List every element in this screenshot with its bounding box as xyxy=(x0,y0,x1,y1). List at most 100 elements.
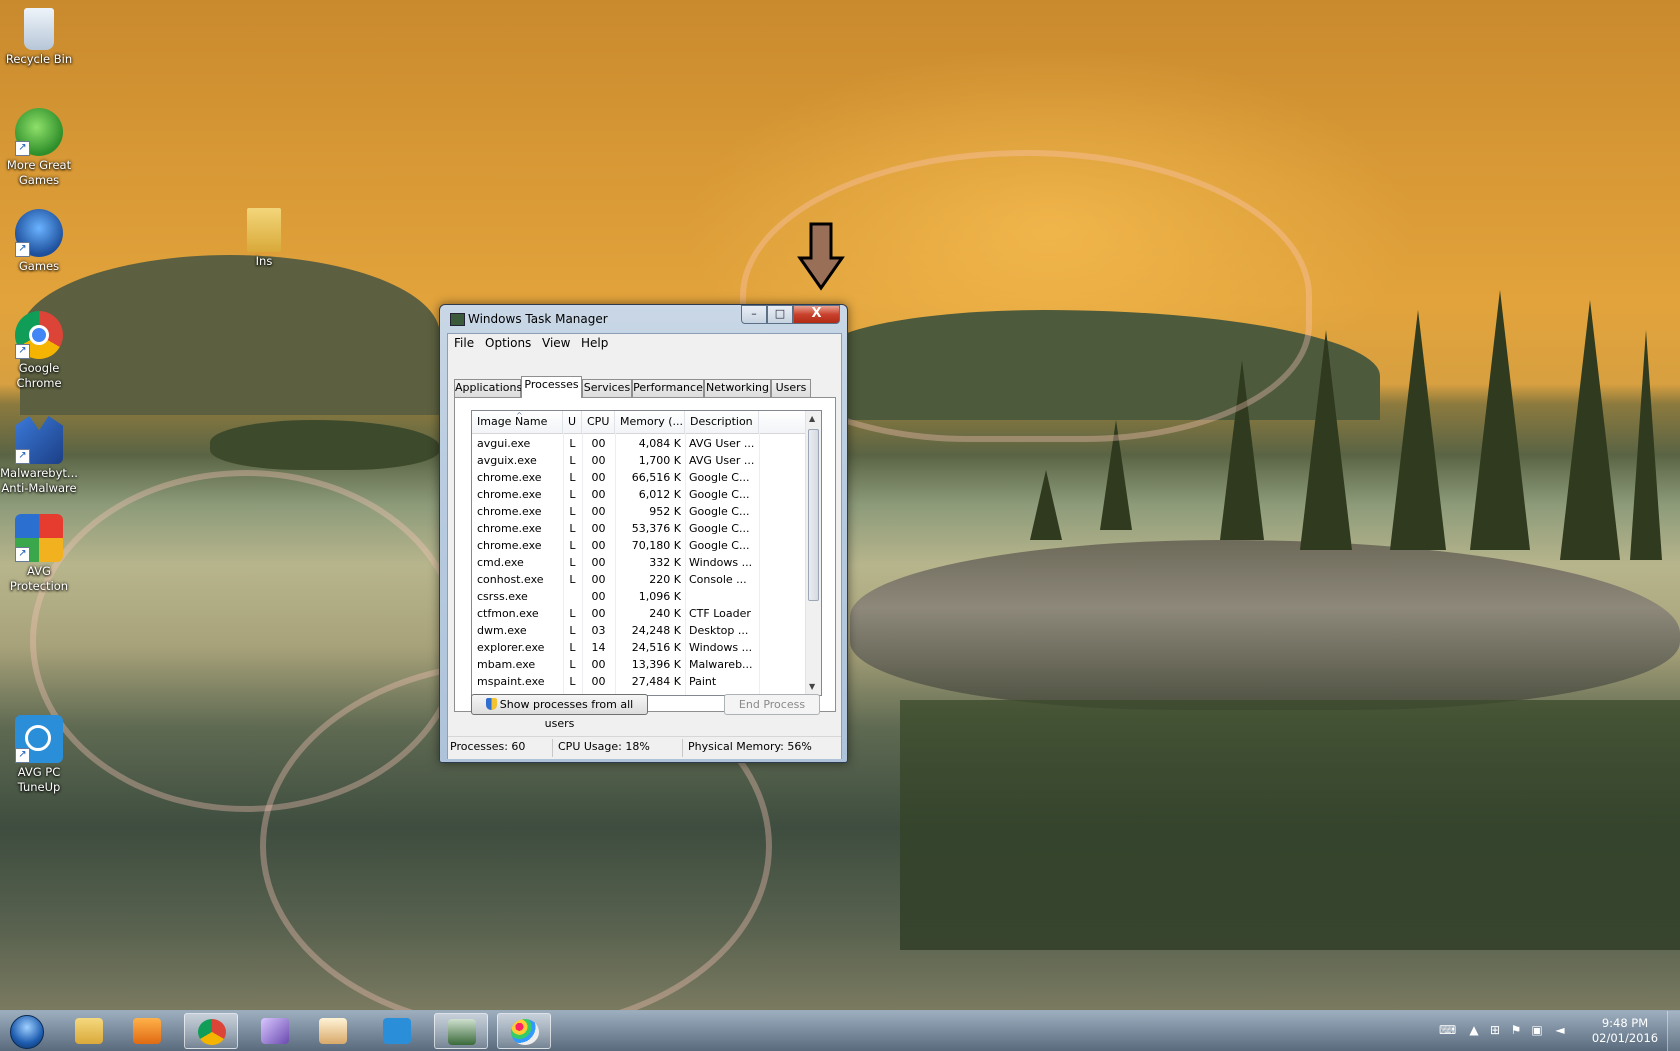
taskbar-item-chrome[interactable] xyxy=(184,1013,238,1049)
taskbar-item-paint[interactable] xyxy=(497,1013,551,1049)
network-icon[interactable]: ▣ xyxy=(1530,1024,1544,1036)
vertical-scrollbar[interactable]: ▲ ▼ xyxy=(805,411,821,695)
table-row[interactable]: conhost.exe L 00 220 K Console ... xyxy=(472,571,805,588)
table-row[interactable]: chrome.exe L 00 70,180 K Google C... xyxy=(472,537,805,554)
volume-icon[interactable]: ◄ xyxy=(1553,1024,1567,1036)
show-hidden-icons-icon[interactable]: ▲ xyxy=(1467,1024,1481,1036)
taskbar-item-avg-tuneup[interactable] xyxy=(370,1013,424,1049)
tab-performance[interactable]: Performance xyxy=(632,379,704,397)
show-all-users-button[interactable]: Show processes from all users xyxy=(471,694,648,730)
background-tree xyxy=(1560,300,1620,560)
keyboard-icon[interactable]: ⌨ xyxy=(1439,1024,1456,1036)
table-row[interactable]: chrome.exe L 00 66,516 K Google C... xyxy=(472,469,805,486)
desktop-icon-malwarebytes[interactable]: ↗ Malwarebyt... Anti-Malware xyxy=(0,416,78,496)
tab-networking[interactable]: Networking xyxy=(704,379,771,397)
table-row[interactable]: explorer.exe L 14 24,516 K Windows ... xyxy=(472,639,805,656)
cell-cpu: 00 xyxy=(591,522,606,535)
table-row[interactable]: chrome.exe L 00 952 K Google C... xyxy=(472,503,805,520)
tab-users[interactable]: Users xyxy=(771,379,811,397)
cell-user: L xyxy=(569,505,576,518)
cell-description: Paint xyxy=(689,675,717,688)
cell-image-name: chrome.exe xyxy=(477,471,542,484)
tab-services[interactable]: Services xyxy=(582,379,632,397)
background-tree xyxy=(1030,470,1062,540)
shortcut-arrow-icon: ↗ xyxy=(15,547,30,562)
cell-image-name: chrome.exe xyxy=(477,539,542,552)
table-row[interactable]: dwm.exe L 03 24,248 K Desktop ... xyxy=(472,622,805,639)
cell-user: L xyxy=(569,607,576,620)
start-button[interactable] xyxy=(3,1012,49,1050)
table-row[interactable]: avgui.exe L 00 4,084 K AVG User ... xyxy=(472,435,805,452)
processes-tab-panel: Image Name U CPU Memory (... Description… xyxy=(454,397,836,712)
desktop-icon-label: Malwarebyt... Anti-Malware xyxy=(0,466,78,495)
column-header-cpu[interactable]: CPU xyxy=(582,411,615,433)
close-button[interactable]: X xyxy=(793,305,840,324)
desktop-icon-games[interactable]: ↗ Games xyxy=(0,209,78,274)
taskbar-item-card-game[interactable] xyxy=(248,1013,302,1049)
cell-cpu: 00 xyxy=(591,590,606,603)
desktop-icon-avg-pc-tuneup[interactable]: ↗ AVG PC TuneUp xyxy=(0,715,78,795)
background-reflection xyxy=(900,700,1680,950)
status-bar: Processes: 60 CPU Usage: 18% Physical Me… xyxy=(448,736,841,759)
desktop-icon-avg-protection[interactable]: ↗ AVG Protection xyxy=(0,514,78,594)
cell-description: Google C... xyxy=(689,522,750,535)
task-manager-icon xyxy=(450,313,465,326)
taskbar-item-mahjong[interactable] xyxy=(306,1013,360,1049)
cell-description: Malwareb... xyxy=(689,658,753,671)
scrollbar-thumb[interactable] xyxy=(808,429,819,601)
menu-options[interactable]: Options xyxy=(485,336,531,350)
desktop-icon-more-great-games[interactable]: ↗ More Great Games xyxy=(0,108,78,188)
table-row[interactable]: cmd.exe L 00 332 K Windows ... xyxy=(472,554,805,571)
annotation-down-arrow xyxy=(797,222,845,291)
desktop-icon-label: Ins xyxy=(255,254,273,268)
desktop-icon-label: Games xyxy=(18,259,60,273)
cell-memory: 27,484 K xyxy=(631,675,681,688)
action-center-flag-icon[interactable]: ⚑ xyxy=(1509,1024,1523,1036)
column-header-description[interactable]: Description xyxy=(685,411,759,433)
background-tree xyxy=(1300,330,1352,550)
cell-cpu: 00 xyxy=(591,437,606,450)
cell-image-name: mspaint.exe xyxy=(477,675,545,688)
process-list[interactable]: Image Name U CPU Memory (... Description… xyxy=(471,410,822,696)
table-row[interactable]: chrome.exe L 00 6,012 K Google C... xyxy=(472,486,805,503)
table-row[interactable]: ctfmon.exe L 00 240 K CTF Loader xyxy=(472,605,805,622)
menu-view[interactable]: View xyxy=(542,336,570,350)
cell-memory: 6,012 K xyxy=(638,488,681,501)
desktop-icon-ins[interactable]: Ins xyxy=(225,208,303,269)
minimize-button[interactable]: – xyxy=(741,305,767,324)
scroll-down-icon[interactable]: ▼ xyxy=(809,682,815,691)
show-desktop-button[interactable] xyxy=(1667,1011,1680,1051)
tab-processes[interactable]: Processes xyxy=(521,376,582,398)
table-row[interactable]: mbam.exe L 00 13,396 K Malwareb... xyxy=(472,656,805,673)
column-header-user[interactable]: U xyxy=(563,411,582,433)
status-divider xyxy=(682,739,683,757)
cell-user: L xyxy=(569,437,576,450)
windows-flag-icon[interactable]: ⊞ xyxy=(1488,1024,1502,1036)
mahjong-game-icon xyxy=(319,1018,347,1044)
status-physical-memory: Physical Memory: 56% xyxy=(688,740,812,753)
table-row[interactable]: mspaint.exe L 00 27,484 K Paint xyxy=(472,673,805,690)
background-tree xyxy=(1390,310,1446,550)
cell-image-name: chrome.exe xyxy=(477,522,542,535)
column-header-memory[interactable]: Memory (... xyxy=(615,411,685,433)
avg-tuneup-icon xyxy=(383,1018,411,1044)
desktop-icon-google-chrome[interactable]: ↗ Google Chrome xyxy=(0,311,78,391)
clock[interactable]: 9:48 PM 02/01/2016 xyxy=(1585,1016,1665,1046)
cell-user: L xyxy=(569,454,576,467)
taskbar-item-media-player[interactable] xyxy=(120,1013,174,1049)
cell-user: L xyxy=(569,522,576,535)
table-row[interactable]: csrss.exe 00 1,096 K xyxy=(472,588,805,605)
menu-file[interactable]: File xyxy=(454,336,474,350)
menu-help[interactable]: Help xyxy=(581,336,608,350)
background-tree xyxy=(1630,330,1662,560)
taskbar-item-explorer[interactable] xyxy=(62,1013,116,1049)
taskbar-item-task-manager[interactable] xyxy=(434,1013,488,1049)
end-process-button[interactable]: End Process xyxy=(724,694,820,715)
table-row[interactable]: avguix.exe L 00 1,700 K AVG User ... xyxy=(472,452,805,469)
tab-applications[interactable]: Applications xyxy=(454,379,522,397)
scroll-up-icon[interactable]: ▲ xyxy=(809,414,815,423)
maximize-button[interactable]: □ xyxy=(767,305,793,324)
recycle-bin-icon xyxy=(24,8,54,50)
desktop-icon-recycle-bin[interactable]: Recycle Bin xyxy=(0,8,78,67)
table-row[interactable]: chrome.exe L 00 53,376 K Google C... xyxy=(472,520,805,537)
